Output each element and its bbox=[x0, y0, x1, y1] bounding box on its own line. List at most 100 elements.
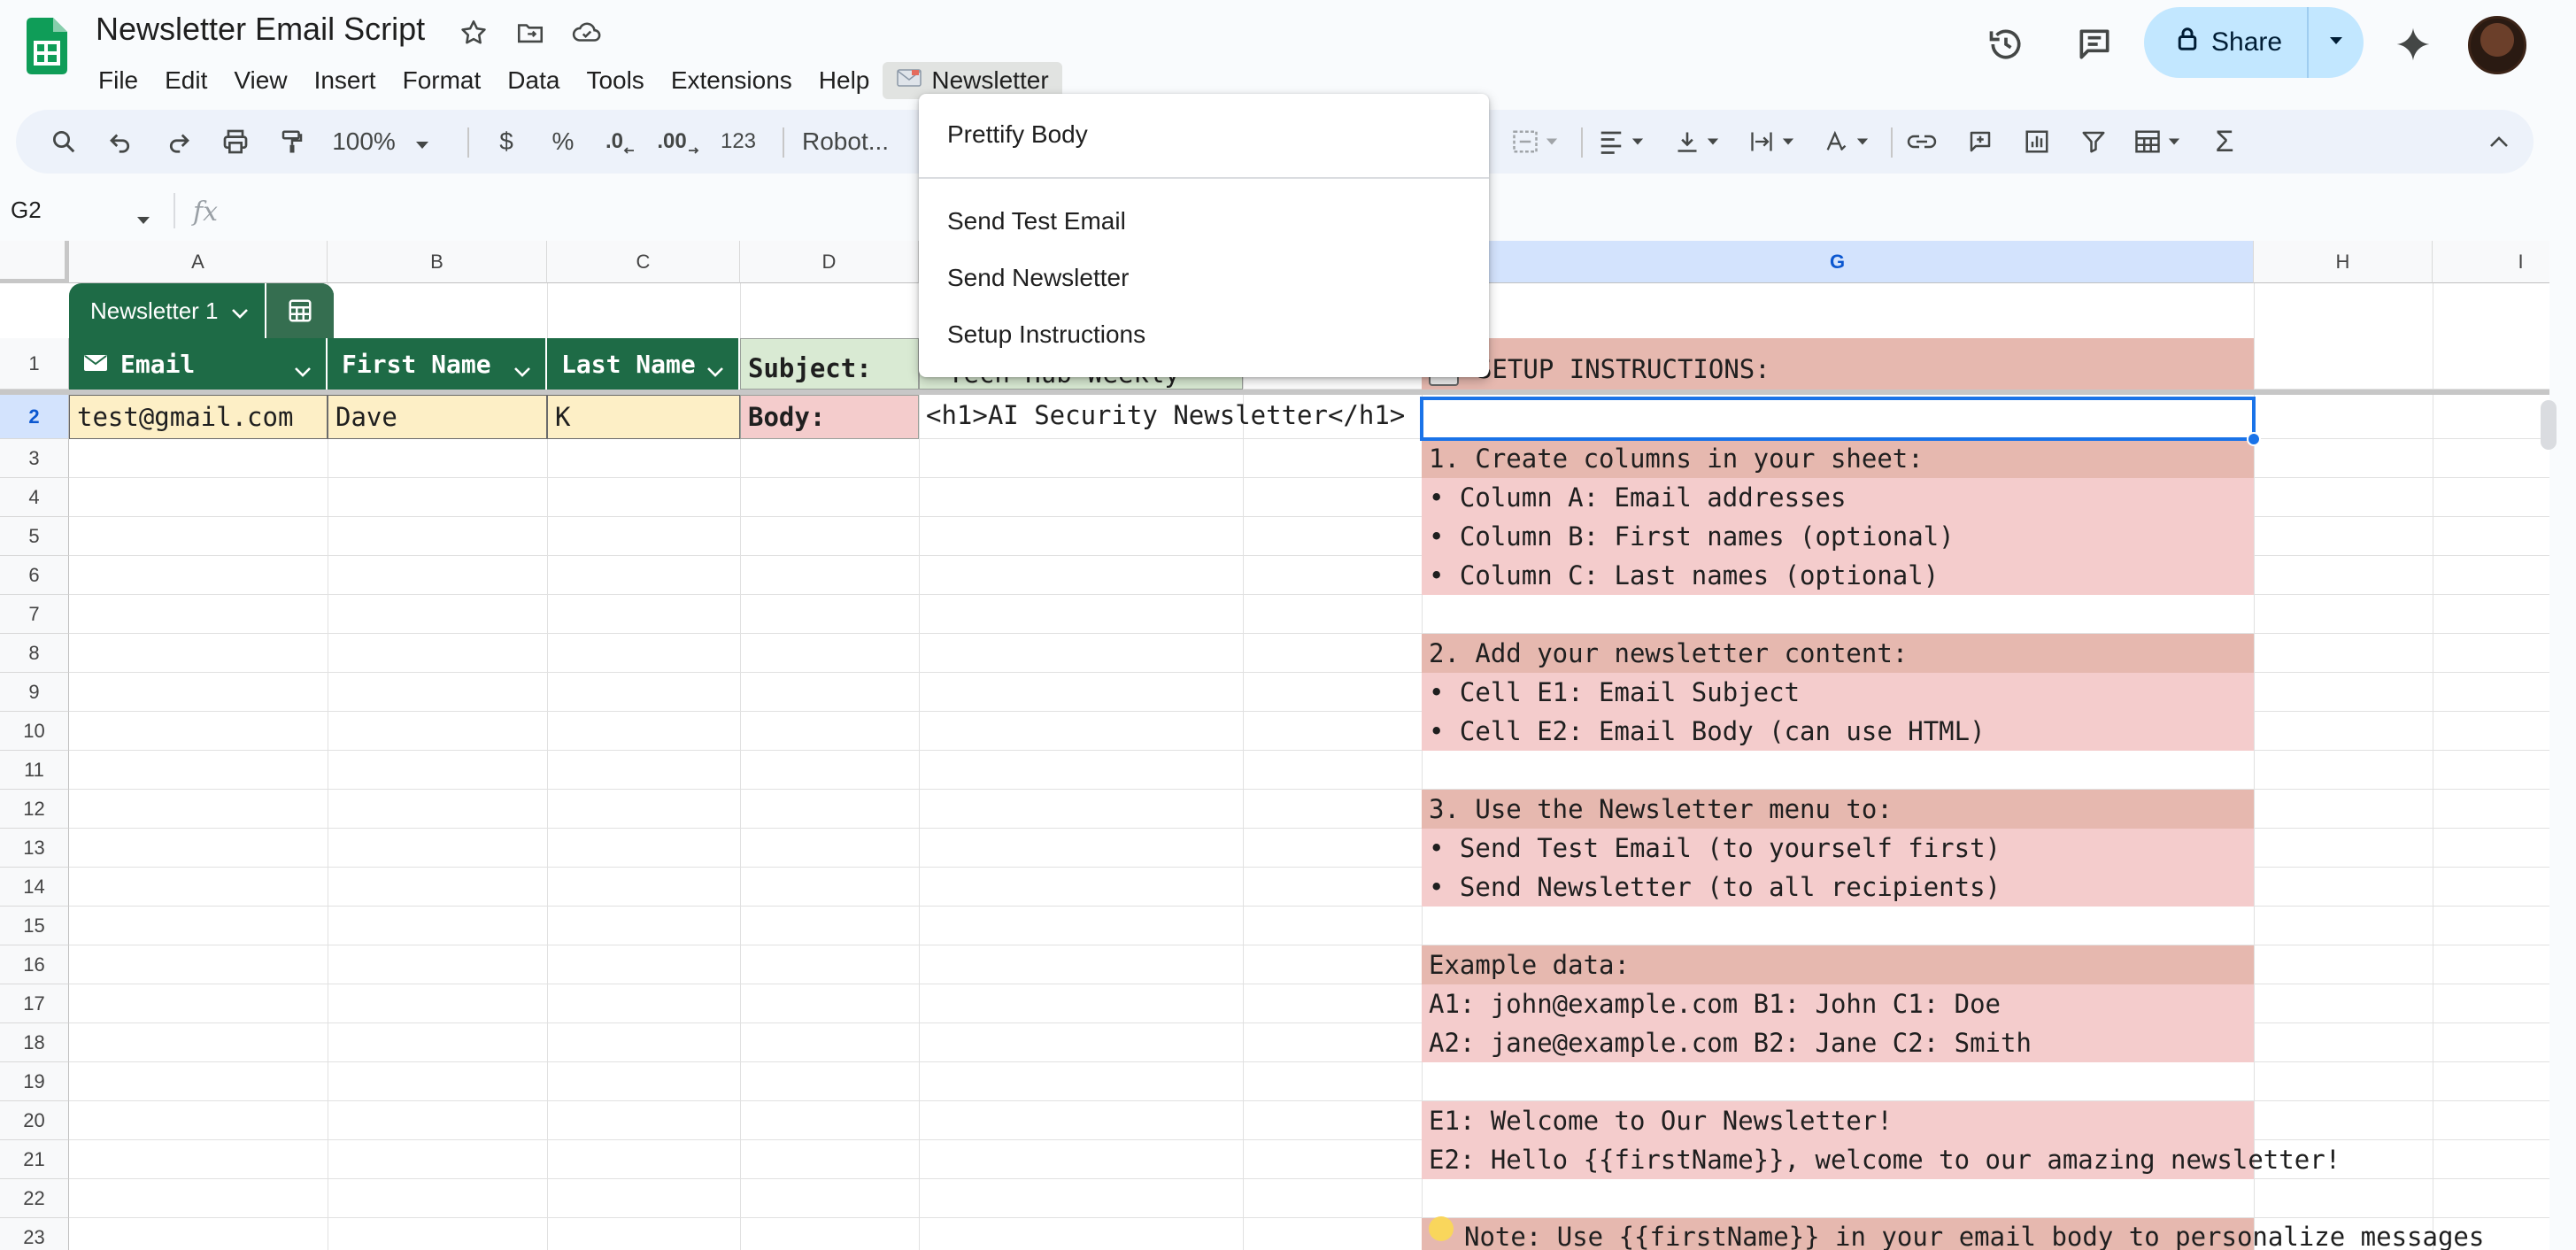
instruction-cell[interactable]: A2: jane@example.com B2: Jane C2: Smith bbox=[1422, 1023, 2254, 1062]
cell-e2[interactable]: <h1>AI Security Newsletter</h1> bbox=[919, 395, 1405, 439]
table-icon[interactable] bbox=[2126, 110, 2188, 174]
menu-help[interactable]: Help bbox=[806, 62, 883, 99]
row-header-3[interactable]: 3 bbox=[0, 439, 69, 478]
column-header-i[interactable]: I bbox=[2433, 241, 2549, 283]
row-header-19[interactable]: 19 bbox=[0, 1062, 69, 1101]
table-header-first-name[interactable]: First Name bbox=[328, 338, 547, 390]
instruction-cell[interactable]: • Send Newsletter (to all recipients) bbox=[1422, 868, 2254, 907]
cell-d1[interactable]: Subject: bbox=[740, 338, 919, 390]
gemini-sparkle-icon[interactable] bbox=[2388, 19, 2438, 69]
row-header-1[interactable]: 1 bbox=[0, 338, 69, 390]
menu-item-prettify-body[interactable]: Prettify Body bbox=[947, 120, 1088, 149]
instruction-cell[interactable]: • Column C: Last names (optional) bbox=[1422, 556, 2254, 595]
share-dropdown[interactable] bbox=[2309, 35, 2364, 50]
row-header-4[interactable]: 4 bbox=[0, 478, 69, 517]
instruction-cell[interactable]: 2. Add your newsletter content: bbox=[1422, 634, 2254, 673]
row-header-2[interactable]: 2 bbox=[0, 395, 69, 439]
search-menus-icon[interactable] bbox=[46, 110, 81, 174]
collapse-menus-icon[interactable] bbox=[2477, 110, 2521, 174]
column-header-b[interactable]: B bbox=[328, 241, 547, 283]
print-icon[interactable] bbox=[218, 110, 253, 174]
vertical-align-icon[interactable] bbox=[1666, 110, 1728, 174]
table-name-chip[interactable]: Newsletter 1 bbox=[69, 283, 334, 338]
insert-link-icon[interactable] bbox=[1900, 110, 1944, 174]
table-menu-icon[interactable] bbox=[264, 283, 334, 338]
instruction-cell[interactable]: SETUP INSTRUCTIONS: bbox=[1422, 338, 2254, 390]
zoom-select[interactable]: 100% bbox=[328, 110, 434, 174]
row-header-18[interactable]: 18 bbox=[0, 1023, 69, 1062]
font-family-select[interactable]: Robot... bbox=[791, 110, 924, 174]
instruction-cell[interactable]: • Send Test Email (to yourself first) bbox=[1422, 829, 2254, 868]
cell-c2[interactable]: K bbox=[547, 395, 740, 439]
text-wrapping-icon[interactable] bbox=[1740, 110, 1802, 174]
row-header-16[interactable]: 16 bbox=[0, 945, 69, 984]
functions-icon[interactable]: Σ bbox=[2202, 110, 2247, 174]
spreadsheet-grid[interactable]: A B C D E F G H I 1234567891011121314151… bbox=[0, 241, 2549, 1250]
name-box[interactable]: G2 bbox=[11, 197, 150, 224]
column-header-h[interactable]: H bbox=[2254, 241, 2433, 283]
cell-a2[interactable]: test@gmail.com bbox=[69, 395, 328, 439]
row-header-8[interactable]: 8 bbox=[0, 634, 69, 673]
instruction-cell[interactable]: E1: Welcome to Our Newsletter! bbox=[1422, 1101, 2254, 1140]
filter-icon[interactable] bbox=[2071, 110, 2116, 174]
more-formats-button[interactable]: 123 bbox=[712, 110, 765, 174]
fill-handle[interactable] bbox=[2247, 432, 2261, 446]
column-header-c[interactable]: C bbox=[547, 241, 740, 283]
row-header-10[interactable]: 10 bbox=[0, 712, 69, 751]
row-header-20[interactable]: 20 bbox=[0, 1101, 69, 1140]
cloud-saved-icon[interactable] bbox=[568, 14, 605, 51]
vertical-scrollbar[interactable] bbox=[2541, 400, 2557, 450]
instruction-cell[interactable]: 3. Use the Newsletter menu to: bbox=[1422, 790, 2254, 829]
merge-cells-icon[interactable] bbox=[1503, 110, 1567, 174]
row-header-17[interactable]: 17 bbox=[0, 984, 69, 1023]
column-header-a[interactable]: A bbox=[69, 241, 328, 283]
avatar[interactable] bbox=[2468, 16, 2526, 74]
move-folder-icon[interactable] bbox=[512, 14, 549, 51]
row-header-23[interactable]: 23 bbox=[0, 1218, 69, 1250]
menu-view[interactable]: View bbox=[220, 62, 300, 99]
percent-format-button[interactable]: % bbox=[545, 110, 581, 174]
menu-format[interactable]: Format bbox=[389, 62, 495, 99]
instruction-cell[interactable]: A1: john@example.com B1: John C1: Doe bbox=[1422, 984, 2254, 1023]
select-all-corner[interactable] bbox=[0, 241, 69, 283]
menu-file[interactable]: File bbox=[85, 62, 151, 99]
menu-insert[interactable]: Insert bbox=[301, 62, 389, 99]
instruction-cell[interactable]: E2: Hello {{firstName}}, welcome to our … bbox=[1422, 1140, 2341, 1179]
row-header-22[interactable]: 22 bbox=[0, 1179, 69, 1218]
instruction-cell[interactable]: 1. Create columns in your sheet: bbox=[1422, 439, 2254, 478]
share-button[interactable]: Share bbox=[2144, 7, 2364, 78]
cell-b2[interactable]: Dave bbox=[328, 395, 547, 439]
selected-cell-g2[interactable] bbox=[1420, 397, 2256, 441]
menu-item-setup-instructions[interactable]: Setup Instructions bbox=[947, 320, 1145, 349]
share-main[interactable]: Share bbox=[2144, 7, 2309, 78]
menu-data[interactable]: Data bbox=[494, 62, 573, 99]
row-header-13[interactable]: 13 bbox=[0, 829, 69, 868]
cell-d2[interactable]: Body: bbox=[740, 395, 919, 439]
column-header-g[interactable]: G bbox=[1422, 241, 2254, 283]
currency-format-button[interactable]: $ bbox=[489, 110, 524, 174]
insert-comment-icon[interactable] bbox=[1958, 110, 2002, 174]
instruction-cell[interactable]: • Cell E2: Email Body (can use HTML) bbox=[1422, 712, 2254, 751]
version-history-icon[interactable] bbox=[1981, 19, 2031, 69]
menu-item-send-test-email[interactable]: Send Test Email bbox=[947, 207, 1126, 235]
text-rotation-icon[interactable] bbox=[1815, 110, 1877, 174]
instruction-cell[interactable]: Example data: bbox=[1422, 945, 2254, 984]
instruction-cell[interactable]: • Column B: First names (optional) bbox=[1422, 517, 2254, 556]
sheets-logo-icon[interactable] bbox=[27, 18, 67, 74]
table-header-email[interactable]: Email bbox=[69, 338, 328, 390]
row-header-5[interactable]: 5 bbox=[0, 517, 69, 556]
row-header-11[interactable]: 11 bbox=[0, 751, 69, 790]
instruction-cell[interactable]: • Column A: Email addresses bbox=[1422, 478, 2254, 517]
menu-edit[interactable]: Edit bbox=[151, 62, 220, 99]
row-header-15[interactable]: 15 bbox=[0, 907, 69, 945]
menu-extensions[interactable]: Extensions bbox=[658, 62, 806, 99]
horizontal-align-icon[interactable] bbox=[1590, 110, 1652, 174]
instruction-cell[interactable]: • Cell E1: Email Subject bbox=[1422, 673, 2254, 712]
star-icon[interactable] bbox=[455, 14, 492, 51]
row-header-14[interactable]: 14 bbox=[0, 868, 69, 907]
instruction-cell[interactable]: Note: Use {{firstName}} in your email bo… bbox=[1422, 1218, 2484, 1250]
comments-icon[interactable] bbox=[2070, 19, 2119, 69]
undo-icon[interactable] bbox=[103, 110, 138, 174]
row-header-9[interactable]: 9 bbox=[0, 673, 69, 712]
document-title[interactable]: Newsletter Email Script bbox=[96, 11, 425, 48]
